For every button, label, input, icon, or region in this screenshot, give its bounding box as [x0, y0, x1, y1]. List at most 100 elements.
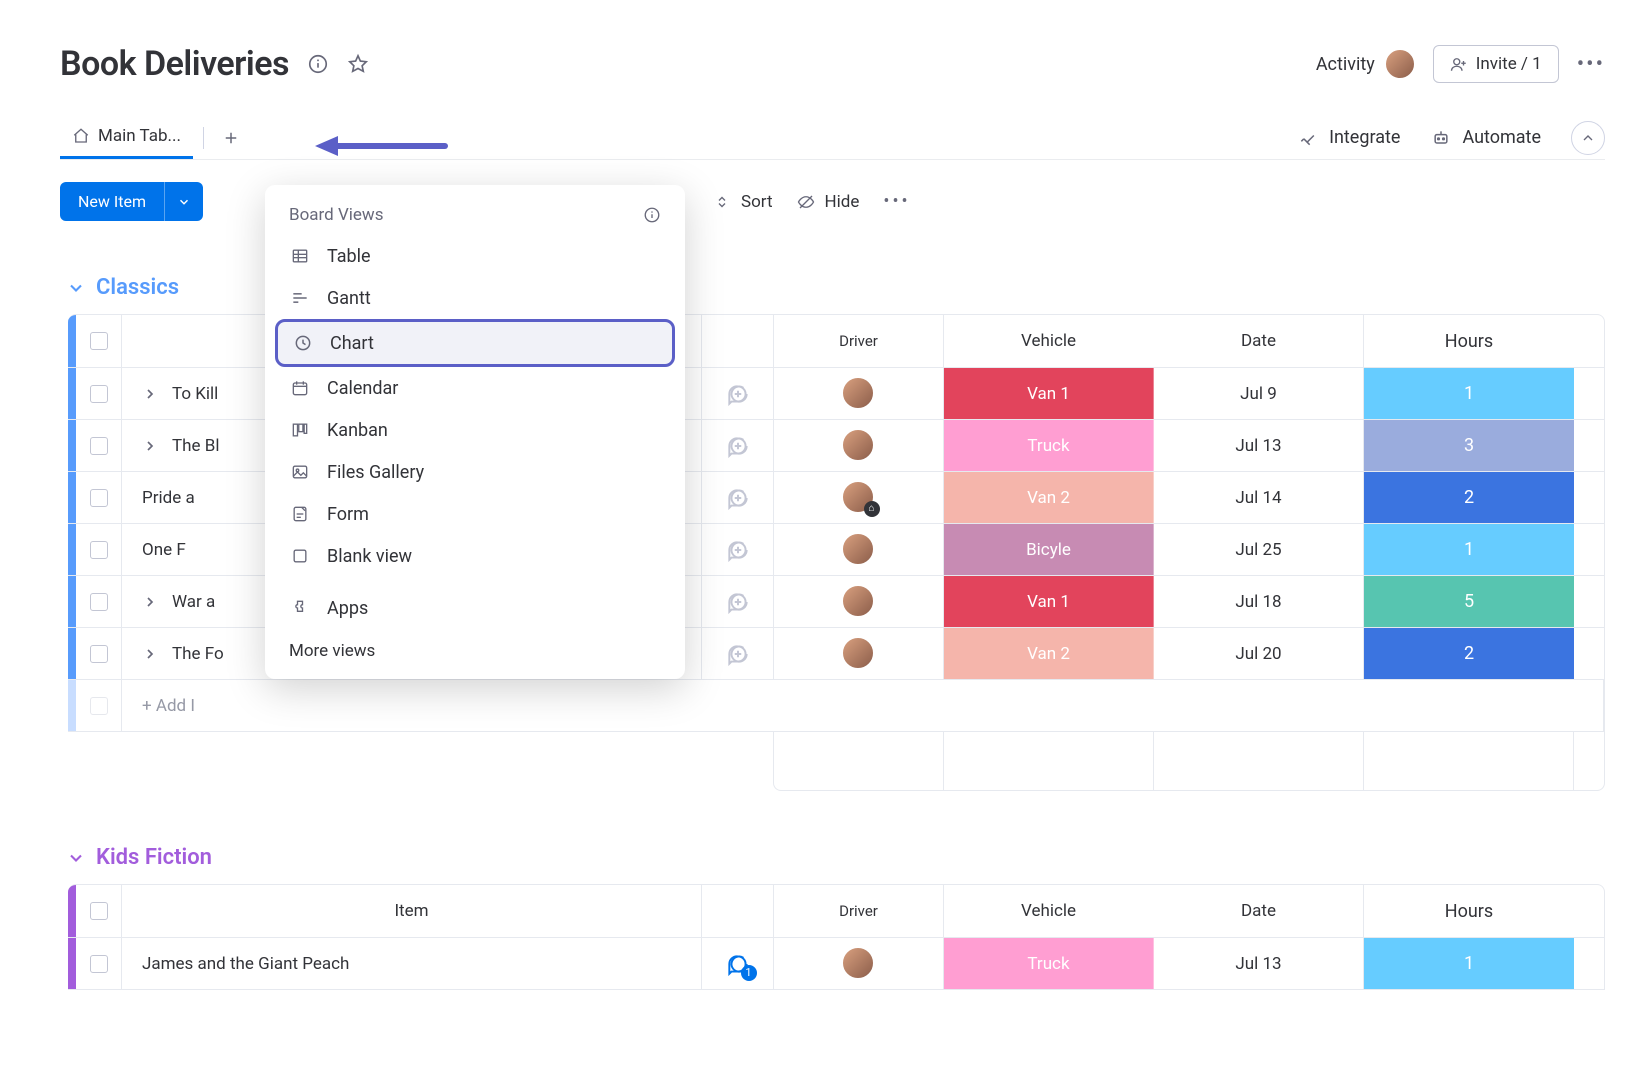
vehicle-cell[interactable]: Van 1 [944, 576, 1154, 627]
add-view-button[interactable] [214, 125, 248, 151]
hours-cell[interactable]: 1 [1364, 524, 1574, 575]
vehicle-cell[interactable]: Van 2 [944, 472, 1154, 523]
hours-cell[interactable]: 2 [1364, 628, 1574, 679]
view-option-files-gallery[interactable]: Files Gallery [275, 451, 675, 493]
column-header-hours[interactable]: Hours [1364, 315, 1574, 367]
row-checkbox[interactable] [76, 368, 122, 419]
expand-subitems-icon[interactable] [142, 594, 158, 610]
driver-cell[interactable] [774, 420, 944, 471]
view-option-kanban[interactable]: Kanban [275, 409, 675, 451]
view-option-gantt[interactable]: Gantt [275, 277, 675, 319]
driver-cell[interactable] [774, 368, 944, 419]
view-option-blank[interactable]: Blank view [275, 535, 675, 577]
info-icon[interactable] [643, 206, 661, 224]
column-header-driver[interactable]: Driver [774, 315, 944, 367]
collapse-header-button[interactable] [1571, 121, 1605, 155]
conversation-button[interactable] [702, 420, 774, 471]
column-header-vehicle[interactable]: Vehicle [944, 315, 1154, 367]
form-icon [289, 503, 311, 525]
group-color-bar [68, 472, 76, 523]
date-cell[interactable]: Jul 20 [1154, 628, 1364, 679]
date-cell[interactable]: Jul 13 [1154, 420, 1364, 471]
select-all-checkbox[interactable] [76, 315, 122, 367]
new-item-dropdown-caret[interactable] [164, 182, 203, 221]
row-checkbox[interactable] [76, 472, 122, 523]
invite-button[interactable]: Invite / 1 [1433, 45, 1559, 83]
vehicle-cell[interactable]: Van 1 [944, 368, 1154, 419]
more-options-icon[interactable]: ••• [1577, 52, 1605, 77]
tab-main-table[interactable]: Main Tab... [60, 116, 193, 159]
date-cell[interactable]: Jul 13 [1154, 938, 1364, 989]
activity-label: Activity [1316, 54, 1375, 75]
view-option-calendar[interactable]: Calendar [275, 367, 675, 409]
driver-cell[interactable] [774, 938, 944, 989]
column-header-date[interactable]: Date [1154, 315, 1364, 367]
item-name: James and the Giant Peach [142, 954, 349, 974]
date-cell[interactable]: Jul 14 [1154, 472, 1364, 523]
user-avatar [1385, 49, 1415, 79]
expand-subitems-icon[interactable] [142, 438, 158, 454]
vehicle-cell[interactable]: Bicyle [944, 524, 1154, 575]
sort-button[interactable]: Sort [713, 192, 773, 212]
toolbar-more-icon[interactable]: ••• [883, 191, 910, 212]
table-row[interactable]: James and the Giant Peach 1 Truck Jul 13… [68, 937, 1604, 989]
add-item-button[interactable]: + Add I [122, 680, 1604, 731]
activity-button[interactable]: Activity [1316, 49, 1415, 79]
view-option-chart[interactable]: Chart [275, 319, 675, 367]
row-checkbox[interactable] [76, 938, 122, 989]
column-header-item[interactable]: Item [122, 885, 702, 937]
conversation-button[interactable] [702, 368, 774, 419]
hours-cell[interactable]: 2 [1364, 472, 1574, 523]
row-checkbox[interactable] [76, 628, 122, 679]
conversation-button[interactable] [702, 524, 774, 575]
driver-cell[interactable] [774, 628, 944, 679]
date-cell[interactable]: Jul 9 [1154, 368, 1364, 419]
view-option-apps[interactable]: Apps [275, 587, 675, 629]
more-views-link[interactable]: More views [275, 629, 675, 661]
integrate-button[interactable]: Integrate [1297, 127, 1400, 149]
new-item-button[interactable]: New Item [60, 182, 203, 221]
driver-cell[interactable] [774, 576, 944, 627]
driver-avatar [842, 947, 874, 979]
group-toggle[interactable]: Kids Fiction [60, 845, 1605, 870]
select-all-checkbox[interactable] [76, 885, 122, 937]
column-header-vehicle[interactable]: Vehicle [944, 885, 1154, 937]
view-option-table[interactable]: Table [275, 235, 675, 277]
row-checkbox[interactable] [76, 576, 122, 627]
driver-cell[interactable] [774, 524, 944, 575]
info-icon[interactable] [307, 53, 329, 75]
hours-cell[interactable]: 1 [1364, 368, 1574, 419]
hours-cell[interactable]: 1 [1364, 938, 1574, 989]
expand-subitems-icon[interactable] [142, 386, 158, 402]
hours-cell[interactable]: 5 [1364, 576, 1574, 627]
star-icon[interactable] [347, 53, 369, 75]
sort-label: Sort [741, 192, 773, 212]
vehicle-cell[interactable]: Van 2 [944, 628, 1154, 679]
view-option-label: Kanban [327, 420, 388, 441]
conversation-button[interactable]: 1 [702, 938, 774, 989]
column-header-date[interactable]: Date [1154, 885, 1364, 937]
view-option-form[interactable]: Form [275, 493, 675, 535]
hide-button[interactable]: Hide [797, 192, 860, 212]
driver-avatar [842, 533, 874, 565]
conversation-button[interactable] [702, 576, 774, 627]
view-option-label: Gantt [327, 288, 371, 309]
vehicle-cell[interactable]: Truck [944, 938, 1154, 989]
row-checkbox[interactable] [76, 420, 122, 471]
vehicle-cell[interactable]: Truck [944, 420, 1154, 471]
hours-cell[interactable]: 3 [1364, 420, 1574, 471]
column-header-hours[interactable]: Hours [1364, 885, 1574, 937]
driver-avatar [842, 429, 874, 461]
row-checkbox[interactable] [76, 524, 122, 575]
conversation-button[interactable] [702, 628, 774, 679]
automate-button[interactable]: Automate [1430, 127, 1541, 149]
conversation-button[interactable] [702, 472, 774, 523]
expand-subitems-icon[interactable] [142, 646, 158, 662]
driver-cell[interactable]: ⌂ [774, 472, 944, 523]
item-name-cell[interactable]: James and the Giant Peach [122, 938, 702, 989]
date-cell[interactable]: Jul 18 [1154, 576, 1364, 627]
automate-label: Automate [1462, 127, 1541, 148]
column-header-driver[interactable]: Driver [774, 885, 944, 937]
chat-bubble-icon [725, 485, 751, 511]
date-cell[interactable]: Jul 25 [1154, 524, 1364, 575]
